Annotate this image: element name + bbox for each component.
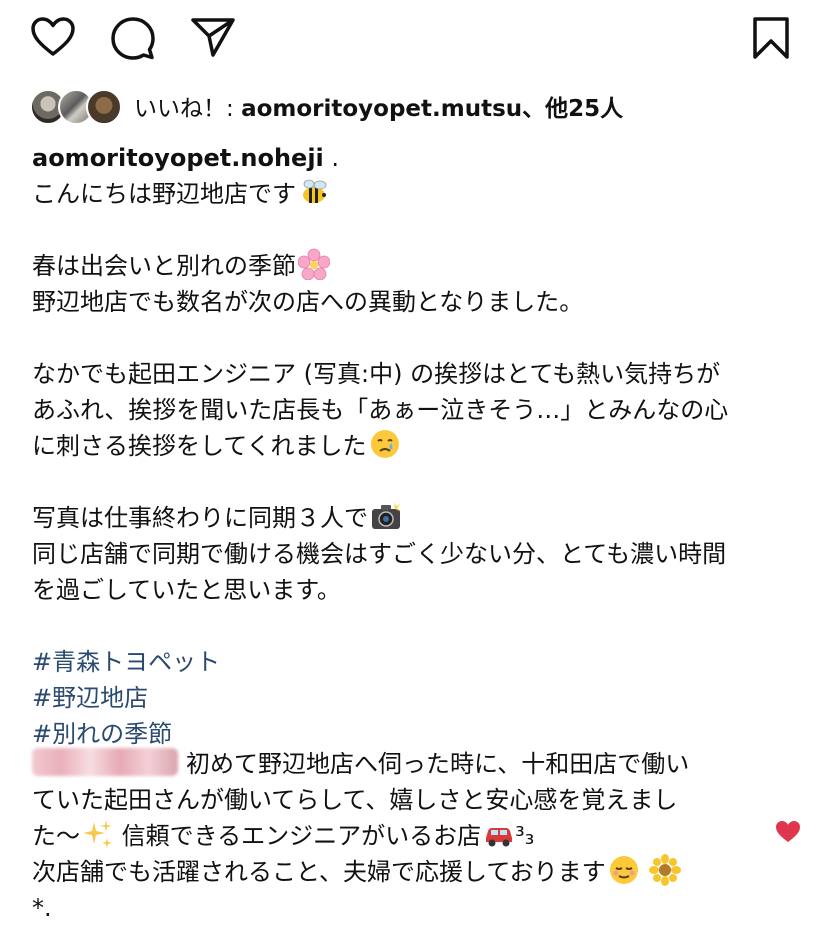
commenter-username-blurred[interactable]	[32, 748, 178, 776]
caption-username[interactable]: aomoritoyopet.noheji	[32, 144, 324, 172]
caption-line: あふれ、挨拶を聞いた店長も「あぁー泣きそう…」とみんなの心	[32, 396, 729, 424]
likes-summary[interactable]: いいね！: aomoritoyopet.mutsu、他25人	[134, 89, 623, 123]
comment-bubble-icon[interactable]	[110, 16, 156, 60]
comment-line: *.	[32, 894, 52, 922]
bee-icon	[303, 179, 327, 203]
avatar	[86, 89, 122, 125]
hashtag-link[interactable]: #別れの季節	[32, 720, 172, 748]
comment: 初めて野辺地店へ伺った時に、十和田店で働い ていた起田さんが働いてらして、嬉しさ…	[32, 746, 772, 926]
caption-line: 春は出会いと別れの季節	[32, 252, 296, 280]
caption-line: を過ごしていたと思います。	[32, 576, 341, 604]
liker-username[interactable]: aomoritoyopet.mutsu	[241, 96, 522, 122]
caption-line: こんにちは野辺地店です	[32, 180, 296, 208]
caption-line: 写真は仕事終わりに同期３人で	[32, 504, 368, 532]
sunflower-icon	[649, 854, 682, 886]
comment-line: た〜	[32, 822, 80, 850]
likes-prefix: いいね！:	[134, 96, 242, 122]
comment-line: ³₃	[515, 822, 535, 850]
crying-face-icon	[370, 430, 399, 458]
comment-line: 信頼できるエンジニアがいるお店	[121, 822, 482, 850]
comment-line: ていた起田さんが働いてらして、嬉しさと安心感を覚えまし	[32, 786, 678, 814]
comment-like-heart-icon[interactable]	[775, 820, 801, 848]
comment-line: 初めて野辺地店へ伺った時に、十和田店で働い	[186, 750, 690, 778]
post-caption: aomoritoyopet.noheji . こんにちは野辺地店です 春は出会い…	[32, 140, 812, 752]
likes-count[interactable]: 、他25人	[522, 96, 623, 122]
caption-line: 野辺地店でも数名が次の店への異動となりました。	[32, 288, 584, 316]
caption-line: 同じ店舗で同期で働ける機会はすごく少ない分、とても濃い時間	[32, 540, 727, 568]
comment-line: 次店舗でも活躍されること、夫婦で応援しております	[32, 858, 606, 886]
caption-dot: .	[323, 144, 340, 172]
car-icon	[486, 828, 513, 847]
camera-flash-icon	[372, 502, 400, 529]
cherry-blossom-icon	[298, 248, 330, 280]
sparkles-icon	[83, 820, 112, 848]
liker-avatars	[30, 86, 128, 126]
relieved-face-icon	[609, 856, 638, 884]
paper-plane-icon[interactable]	[190, 16, 236, 58]
bookmark-icon[interactable]	[752, 16, 790, 60]
caption-line: に刺さる挨拶をしてくれました	[32, 432, 367, 460]
hashtag-link[interactable]: #青森トヨペット	[32, 648, 220, 676]
likes-row[interactable]: いいね！: aomoritoyopet.mutsu、他25人	[30, 86, 623, 126]
caption-line: なかでも起田エンジニア (写真:中) の挨拶はとても熱い気持ちが	[32, 360, 721, 388]
heart-outline-icon[interactable]	[30, 16, 76, 58]
hashtag-link[interactable]: #野辺地店	[32, 684, 148, 712]
